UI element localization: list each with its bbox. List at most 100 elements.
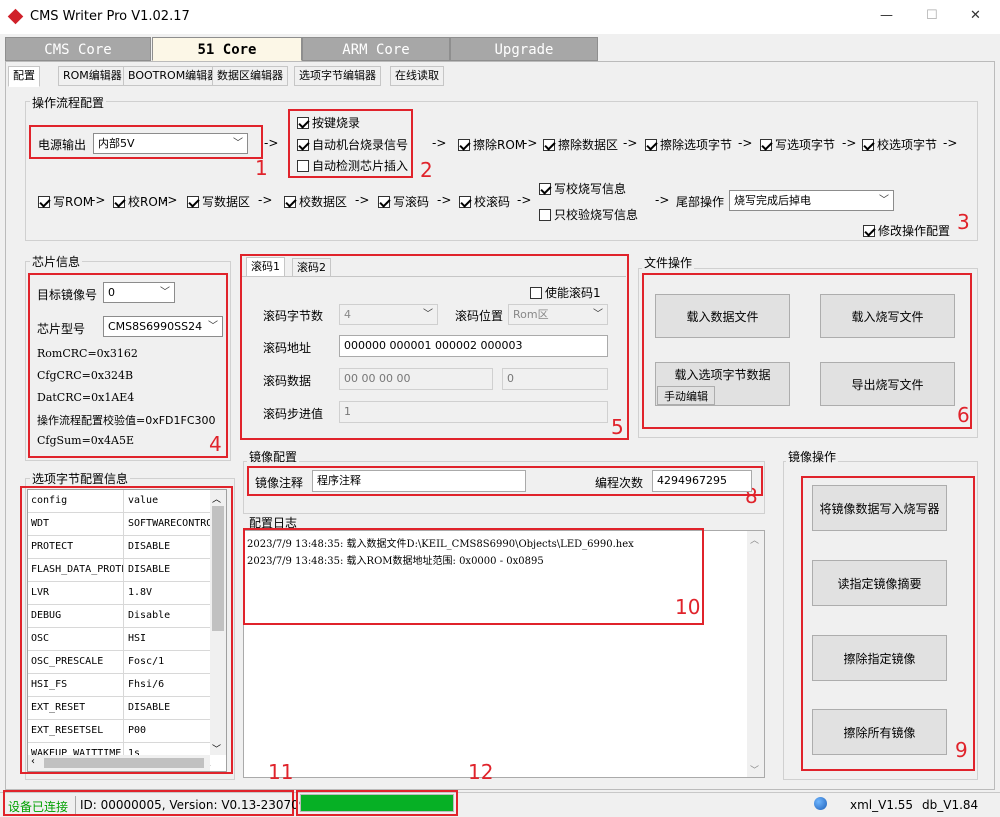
table-row[interactable]: EXT_RESET DISABLE xyxy=(28,697,211,720)
marker-box-10 xyxy=(243,528,704,625)
power-output-select[interactable]: 内部5V ﹀ xyxy=(93,133,248,154)
scroll-up-icon[interactable]: ︿ xyxy=(212,492,221,505)
subtab-bootrom-editor[interactable]: BOOTROM编辑器 xyxy=(123,66,224,86)
read-mirror-summary-button[interactable]: 读指定镜像摘要 xyxy=(812,560,947,606)
subtab-option-editor[interactable]: 选项字节编辑器 xyxy=(294,66,381,86)
tab-rolling-1[interactable]: 滚码1 xyxy=(246,257,285,276)
chevron-down-icon: ﹀ xyxy=(160,287,170,298)
table-row[interactable]: WDT SOFTWARECONTRO xyxy=(28,513,211,536)
verify-data-checkbox[interactable]: 校数据区 xyxy=(284,193,347,210)
checkbox-checked-icon xyxy=(113,196,125,208)
write-verify-info-checkbox[interactable]: 写校烧写信息 xyxy=(539,180,626,197)
erase-option-checkbox[interactable]: 擦除选项字节 xyxy=(645,136,732,153)
rolling-pos-select[interactable]: Rom区 ﹀ xyxy=(508,304,608,325)
table-row[interactable]: PROTECT DISABLE xyxy=(28,536,211,559)
tail-op-label: 尾部操作 xyxy=(676,195,725,209)
verify-option-checkbox[interactable]: 校选项字节 xyxy=(862,136,937,153)
table-vertical-scrollbar[interactable]: ︿ ﹀ xyxy=(210,490,226,755)
export-burn-file-button[interactable]: 导出烧写文件 xyxy=(820,362,955,406)
scroll-down-icon[interactable]: ﹀ xyxy=(212,742,221,755)
tab-cms-core[interactable]: CMS Core xyxy=(5,37,151,61)
flow-arrow: -> xyxy=(523,136,538,150)
enable-rolling-checkbox[interactable]: 使能滚码1 xyxy=(530,284,601,301)
erase-rom-checkbox[interactable]: 擦除ROM xyxy=(458,136,525,153)
rolling-addr-input[interactable]: 000000 000001 000002 000003 xyxy=(339,335,608,357)
subtab-online-read[interactable]: 在线读取 xyxy=(390,66,444,86)
subtab-rom-editor[interactable]: ROM编辑器 xyxy=(58,66,127,86)
option-value-cell: Disable xyxy=(128,610,171,621)
rolling-data-input[interactable]: 00 00 00 00 xyxy=(339,368,493,390)
auto-signal-label: 自动机台烧录信号 xyxy=(312,138,409,152)
globe-icon xyxy=(814,797,827,810)
load-data-file-button[interactable]: 载入数据文件 xyxy=(655,294,790,338)
option-value-cell: DISABLE xyxy=(128,702,171,713)
write-rom-checkbox[interactable]: 写ROM xyxy=(38,193,93,210)
checkbox-checked-icon xyxy=(284,196,296,208)
rolling-data-input-2[interactable]: 0 xyxy=(502,368,608,390)
mirror-note-input[interactable]: 程序注释 xyxy=(312,470,526,492)
target-image-select[interactable]: 0 ﹀ xyxy=(103,282,175,303)
tab-arm-core[interactable]: ARM Core xyxy=(302,37,450,61)
program-count-input[interactable]: 4294967295 xyxy=(652,470,752,492)
rolling-step-input[interactable]: 1 xyxy=(339,401,608,423)
verify-rolling-checkbox[interactable]: 校滚码 xyxy=(459,193,510,210)
log-scrollbar[interactable]: ︿ ﹀ xyxy=(747,531,764,777)
write-mirror-button[interactable]: 将镜像数据写入烧写器 xyxy=(812,485,947,531)
auto-detect-checkbox[interactable]: 自动检测芯片插入 xyxy=(297,157,408,174)
erase-mirror-button[interactable]: 擦除指定镜像 xyxy=(812,635,947,681)
rolling-step-label: 滚码步进值 xyxy=(263,407,324,421)
table-row[interactable]: LVR 1.8V xyxy=(28,582,211,605)
write-option-label: 写选项字节 xyxy=(775,138,836,152)
manual-edit-button[interactable]: 手动编辑 xyxy=(657,386,715,405)
write-rolling-checkbox[interactable]: 写滚码 xyxy=(378,193,429,210)
tail-op-select[interactable]: 烧写完成后掉电 ﹀ xyxy=(729,190,894,211)
checkbox-checked-icon xyxy=(543,139,555,151)
flow-arrow: -> xyxy=(264,136,279,150)
option-config-cell: HSI_FS xyxy=(28,674,124,696)
flow-arrow: -> xyxy=(943,136,958,150)
column-header-config: config xyxy=(28,490,124,512)
table-row[interactable]: HSI_FS Fhsi/6 xyxy=(28,674,211,697)
verify-only-info-checkbox[interactable]: 只校验烧写信息 xyxy=(539,206,638,223)
key-burn-checkbox[interactable]: 按键烧录 xyxy=(297,114,360,131)
flow-arrow: -> xyxy=(355,193,370,207)
modify-config-checkbox[interactable]: 修改操作配置 xyxy=(863,222,950,239)
scroll-left-icon[interactable]: ‹ xyxy=(31,756,35,767)
cfg-sum: CfgSum=0x4A5E xyxy=(37,434,134,447)
tab-upgrade[interactable]: Upgrade xyxy=(450,37,598,61)
table-horizontal-scrollbar[interactable]: ‹ xyxy=(28,755,210,771)
verify-rom-checkbox[interactable]: 校ROM xyxy=(113,193,168,210)
maximize-button[interactable]: ☐ xyxy=(926,8,938,23)
scroll-down-icon[interactable]: ﹀ xyxy=(750,763,759,776)
scrollbar-thumb[interactable] xyxy=(212,506,224,631)
scroll-up-icon[interactable]: ︿ xyxy=(750,533,759,546)
hscrollbar-thumb[interactable] xyxy=(44,758,204,768)
load-burn-file-button[interactable]: 载入烧写文件 xyxy=(820,294,955,338)
app-logo-icon xyxy=(7,8,24,25)
tab-rolling-2[interactable]: 滚码2 xyxy=(292,258,331,277)
write-option-checkbox[interactable]: 写选项字节 xyxy=(760,136,835,153)
chip-model-select[interactable]: CMS8S6990SS24 ﹀ xyxy=(103,316,223,337)
erase-data-checkbox[interactable]: 擦除数据区 xyxy=(543,136,618,153)
table-row[interactable]: OSC_PRESCALE Fosc/1 xyxy=(28,651,211,674)
table-row[interactable]: DEBUG Disable xyxy=(28,605,211,628)
verify-option-label: 校选项字节 xyxy=(877,138,938,152)
subtab-config[interactable]: 配置 xyxy=(8,66,40,87)
checkbox-checked-icon xyxy=(187,196,199,208)
close-button[interactable]: ✕ xyxy=(970,8,981,23)
rolling-bytes-value: 4 xyxy=(344,308,351,321)
rolling-bytes-select[interactable]: 4 ﹀ xyxy=(339,304,438,325)
write-data-checkbox[interactable]: 写数据区 xyxy=(187,193,250,210)
tab-51-core[interactable]: 51 Core xyxy=(152,37,302,61)
checkbox-checked-icon xyxy=(459,196,471,208)
subtab-data-editor[interactable]: 数据区编辑器 xyxy=(212,66,288,86)
table-row[interactable]: FLASH_DATA_PROTE DISABLE xyxy=(28,559,211,582)
flow-config-label: 操作流程配置 xyxy=(30,94,107,111)
table-row[interactable]: OSC HSI xyxy=(28,628,211,651)
minimize-button[interactable]: — xyxy=(880,8,893,23)
auto-signal-checkbox[interactable]: 自动机台烧录信号 xyxy=(297,136,408,153)
table-row[interactable]: EXT_RESETSEL P00 xyxy=(28,720,211,743)
erase-all-mirrors-button[interactable]: 擦除所有镜像 xyxy=(812,709,947,755)
option-byte-table[interactable]: config value WDT SOFTWARECONTRO PROTECT DISA… xyxy=(27,489,227,772)
option-config-cell: OSC_PRESCALE xyxy=(28,651,124,673)
